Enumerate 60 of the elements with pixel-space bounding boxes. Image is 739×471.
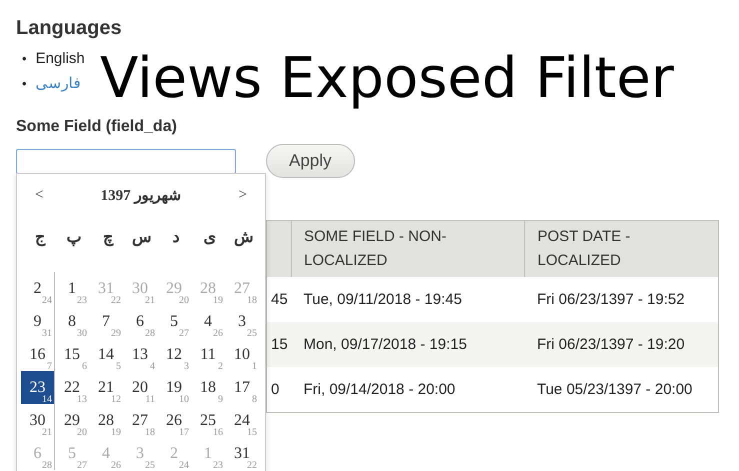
weekday-label: پ — [66, 229, 82, 246]
calendar-day[interactable]: 19 10 — [157, 371, 191, 404]
calendar-day[interactable]: 10 1 — [225, 338, 259, 371]
calendar-day[interactable]: 24 15 — [225, 404, 259, 437]
table-cell: 15 — [271, 336, 288, 353]
field-label: Some Field (field_da) — [16, 118, 177, 136]
calendar-day[interactable]: 9 31 — [21, 305, 55, 338]
calendar-day[interactable]: 27 18 — [123, 404, 157, 437]
calendar-day[interactable]: 8 30 — [55, 305, 89, 338]
calendar-day[interactable]: 18 9 — [191, 371, 225, 404]
calendar-day[interactable]: 1 23 — [55, 272, 89, 305]
weekday-label: د — [172, 229, 180, 246]
page-title: Views Exposed Filter — [100, 46, 674, 112]
language-label: English — [36, 49, 85, 69]
calendar-day[interactable]: 26 17 — [157, 404, 191, 437]
weekday-label: ش — [234, 229, 254, 246]
calendar-day[interactable]: 21 12 — [89, 371, 123, 404]
table-cell: Fri, 09/14/2018 - 20:00 — [304, 381, 456, 398]
block-title: Languages — [16, 16, 123, 40]
table-cell: Fri 06/23/1397 - 19:20 — [536, 336, 685, 353]
weekday-label: ی — [204, 229, 216, 246]
calendar-day[interactable]: 5 27 — [157, 305, 191, 338]
calendar-day[interactable]: 11 2 — [191, 338, 225, 371]
calendar-day[interactable]: 3 25 — [225, 305, 259, 338]
bullet: • — [22, 50, 27, 68]
calendar-day[interactable]: 22 13 — [55, 371, 89, 404]
calendar-day[interactable]: 13 4 — [123, 338, 157, 371]
weekday-label: س — [132, 229, 152, 246]
calendar-day[interactable]: 6 28 — [123, 305, 157, 338]
calendar-day[interactable]: 25 16 — [191, 404, 225, 437]
table-cell: Tue, 09/11/2018 - 19:45 — [304, 291, 462, 308]
column-header: SOME FIELD - NON-LOCALIZED — [292, 220, 525, 277]
month-title: شهریور 1397 — [100, 186, 182, 204]
bullet: • — [22, 75, 27, 93]
weekday-label: ج — [35, 229, 45, 246]
calendar-day[interactable]: 12 3 — [157, 338, 191, 371]
calendar-day[interactable]: 14 5 — [89, 338, 123, 371]
calendar-day[interactable]: 31 22 — [225, 437, 259, 470]
apply-button[interactable]: Apply — [266, 144, 355, 178]
previous-month-button[interactable]: < — [33, 186, 46, 204]
table-cell: 45 — [271, 291, 288, 308]
calendar-day[interactable]: 20 11 — [123, 371, 157, 404]
column-header: POST DATE - LOCALIZED — [524, 220, 718, 277]
calendar-day[interactable]: 30 21 — [21, 404, 55, 437]
calendar-day[interactable]: 7 29 — [89, 305, 123, 338]
language-link[interactable]: فارسی — [36, 71, 81, 96]
calendar-day[interactable]: 23 14 — [21, 371, 55, 404]
calendar-day[interactable]: 29 20 — [55, 404, 89, 437]
table-cell: Tue 05/23/1397 - 20:00 — [536, 381, 692, 398]
calendar-day[interactable]: 17 8 — [225, 371, 259, 404]
table-cell: 0 — [271, 381, 280, 398]
table-cell: Mon, 09/17/2018 - 19:15 — [304, 336, 467, 353]
weekday-label: چ — [103, 229, 113, 246]
next-month-button[interactable]: > — [236, 186, 249, 204]
date-input-field[interactable] — [16, 148, 236, 174]
calendar-day[interactable]: 28 19 — [89, 404, 123, 437]
calendar-day[interactable]: 4 26 — [191, 305, 225, 338]
table-cell: Fri 06/23/1397 - 19:52 — [536, 291, 685, 308]
calendar-day[interactable]: 15 6 — [55, 338, 89, 371]
calendar-day[interactable]: 2 24 — [21, 272, 55, 305]
